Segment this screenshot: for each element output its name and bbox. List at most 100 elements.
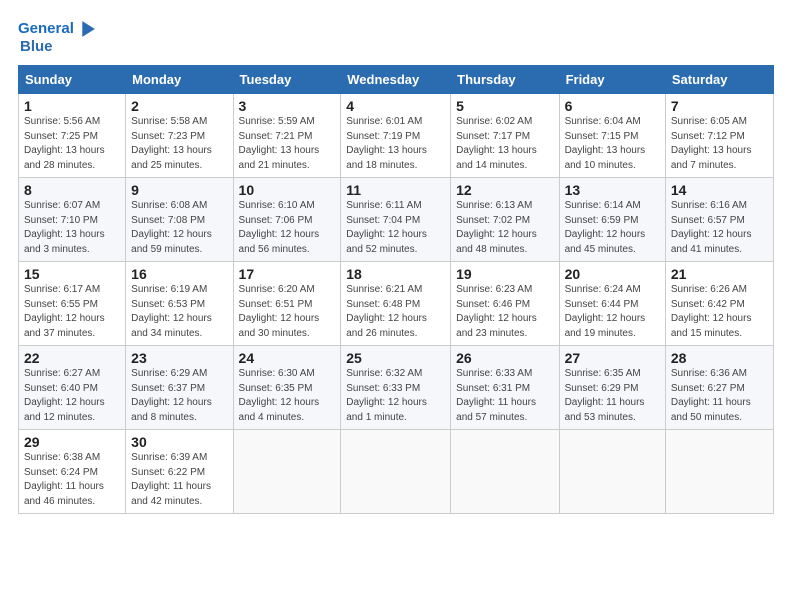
day-info: Sunrise: 6:10 AM Sunset: 7:06 PM Dayligh…	[239, 199, 336, 257]
calendar-cell: 21Sunrise: 6:26 AM Sunset: 6:42 PM Dayli…	[665, 262, 773, 346]
logo-text: General	[18, 20, 74, 37]
day-info: Sunrise: 6:04 AM Sunset: 7:15 PM Dayligh…	[565, 115, 660, 173]
day-info: Sunrise: 6:19 AM Sunset: 6:53 PM Dayligh…	[131, 283, 227, 341]
day-number: 7	[671, 98, 768, 114]
day-number: 13	[565, 182, 660, 198]
day-number: 8	[24, 182, 120, 198]
day-info: Sunrise: 6:16 AM Sunset: 6:57 PM Dayligh…	[671, 199, 768, 257]
day-number: 24	[239, 350, 336, 366]
day-number: 17	[239, 266, 336, 282]
day-info: Sunrise: 6:26 AM Sunset: 6:42 PM Dayligh…	[671, 283, 768, 341]
day-info: Sunrise: 6:02 AM Sunset: 7:17 PM Dayligh…	[456, 115, 553, 173]
day-info: Sunrise: 5:59 AM Sunset: 7:21 PM Dayligh…	[239, 115, 336, 173]
day-number: 19	[456, 266, 553, 282]
day-info: Sunrise: 6:20 AM Sunset: 6:51 PM Dayligh…	[239, 283, 336, 341]
day-number: 5	[456, 98, 553, 114]
calendar-cell: 26Sunrise: 6:33 AM Sunset: 6:31 PM Dayli…	[451, 346, 559, 430]
day-info: Sunrise: 6:23 AM Sunset: 6:46 PM Dayligh…	[456, 283, 553, 341]
weekday-header-sunday: Sunday	[19, 66, 126, 94]
calendar-cell	[233, 430, 341, 514]
day-info: Sunrise: 6:30 AM Sunset: 6:35 PM Dayligh…	[239, 367, 336, 425]
day-number: 9	[131, 182, 227, 198]
day-info: Sunrise: 6:21 AM Sunset: 6:48 PM Dayligh…	[346, 283, 445, 341]
day-number: 29	[24, 434, 120, 450]
day-number: 23	[131, 350, 227, 366]
calendar-cell: 18Sunrise: 6:21 AM Sunset: 6:48 PM Dayli…	[341, 262, 451, 346]
day-number: 15	[24, 266, 120, 282]
day-info: Sunrise: 6:17 AM Sunset: 6:55 PM Dayligh…	[24, 283, 120, 341]
calendar-cell: 28Sunrise: 6:36 AM Sunset: 6:27 PM Dayli…	[665, 346, 773, 430]
calendar-cell	[451, 430, 559, 514]
calendar-table: SundayMondayTuesdayWednesdayThursdayFrid…	[18, 65, 774, 514]
weekday-header-saturday: Saturday	[665, 66, 773, 94]
calendar-cell: 23Sunrise: 6:29 AM Sunset: 6:37 PM Dayli…	[126, 346, 233, 430]
day-info: Sunrise: 6:33 AM Sunset: 6:31 PM Dayligh…	[456, 367, 553, 425]
day-info: Sunrise: 6:13 AM Sunset: 7:02 PM Dayligh…	[456, 199, 553, 257]
calendar-cell: 20Sunrise: 6:24 AM Sunset: 6:44 PM Dayli…	[559, 262, 665, 346]
day-number: 10	[239, 182, 336, 198]
day-number: 12	[456, 182, 553, 198]
day-number: 30	[131, 434, 227, 450]
weekday-header-thursday: Thursday	[451, 66, 559, 94]
calendar-cell: 24Sunrise: 6:30 AM Sunset: 6:35 PM Dayli…	[233, 346, 341, 430]
day-number: 6	[565, 98, 660, 114]
header: General Blue	[18, 18, 774, 55]
day-number: 2	[131, 98, 227, 114]
calendar-cell: 14Sunrise: 6:16 AM Sunset: 6:57 PM Dayli…	[665, 178, 773, 262]
calendar-cell: 15Sunrise: 6:17 AM Sunset: 6:55 PM Dayli…	[19, 262, 126, 346]
calendar-cell	[665, 430, 773, 514]
day-info: Sunrise: 6:01 AM Sunset: 7:19 PM Dayligh…	[346, 115, 445, 173]
day-info: Sunrise: 6:05 AM Sunset: 7:12 PM Dayligh…	[671, 115, 768, 173]
day-info: Sunrise: 6:39 AM Sunset: 6:22 PM Dayligh…	[131, 451, 227, 509]
day-info: Sunrise: 6:36 AM Sunset: 6:27 PM Dayligh…	[671, 367, 768, 425]
calendar-cell: 5Sunrise: 6:02 AM Sunset: 7:17 PM Daylig…	[451, 94, 559, 178]
day-info: Sunrise: 5:56 AM Sunset: 7:25 PM Dayligh…	[24, 115, 120, 173]
day-info: Sunrise: 6:14 AM Sunset: 6:59 PM Dayligh…	[565, 199, 660, 257]
day-info: Sunrise: 6:38 AM Sunset: 6:24 PM Dayligh…	[24, 451, 120, 509]
day-number: 20	[565, 266, 660, 282]
calendar-cell: 4Sunrise: 6:01 AM Sunset: 7:19 PM Daylig…	[341, 94, 451, 178]
week-row-1: 1Sunrise: 5:56 AM Sunset: 7:25 PM Daylig…	[19, 94, 774, 178]
day-number: 14	[671, 182, 768, 198]
day-number: 21	[671, 266, 768, 282]
weekday-header-friday: Friday	[559, 66, 665, 94]
weekday-header-row: SundayMondayTuesdayWednesdayThursdayFrid…	[19, 66, 774, 94]
page: General Blue SundayMondayTuesdayWednesda…	[0, 0, 792, 612]
day-number: 4	[346, 98, 445, 114]
calendar-cell	[341, 430, 451, 514]
day-number: 27	[565, 350, 660, 366]
calendar-cell: 2Sunrise: 5:58 AM Sunset: 7:23 PM Daylig…	[126, 94, 233, 178]
calendar-cell: 22Sunrise: 6:27 AM Sunset: 6:40 PM Dayli…	[19, 346, 126, 430]
calendar-cell: 29Sunrise: 6:38 AM Sunset: 6:24 PM Dayli…	[19, 430, 126, 514]
day-info: Sunrise: 6:27 AM Sunset: 6:40 PM Dayligh…	[24, 367, 120, 425]
week-row-3: 15Sunrise: 6:17 AM Sunset: 6:55 PM Dayli…	[19, 262, 774, 346]
day-info: Sunrise: 5:58 AM Sunset: 7:23 PM Dayligh…	[131, 115, 227, 173]
calendar-cell: 7Sunrise: 6:05 AM Sunset: 7:12 PM Daylig…	[665, 94, 773, 178]
day-number: 1	[24, 98, 120, 114]
week-row-5: 29Sunrise: 6:38 AM Sunset: 6:24 PM Dayli…	[19, 430, 774, 514]
calendar-cell: 9Sunrise: 6:08 AM Sunset: 7:08 PM Daylig…	[126, 178, 233, 262]
day-number: 3	[239, 98, 336, 114]
calendar-cell: 10Sunrise: 6:10 AM Sunset: 7:06 PM Dayli…	[233, 178, 341, 262]
day-info: Sunrise: 6:24 AM Sunset: 6:44 PM Dayligh…	[565, 283, 660, 341]
day-number: 11	[346, 182, 445, 198]
logo: General Blue	[18, 18, 98, 55]
day-number: 22	[24, 350, 120, 366]
calendar-cell: 13Sunrise: 6:14 AM Sunset: 6:59 PM Dayli…	[559, 178, 665, 262]
calendar-cell: 17Sunrise: 6:20 AM Sunset: 6:51 PM Dayli…	[233, 262, 341, 346]
calendar-cell: 11Sunrise: 6:11 AM Sunset: 7:04 PM Dayli…	[341, 178, 451, 262]
calendar-cell: 3Sunrise: 5:59 AM Sunset: 7:21 PM Daylig…	[233, 94, 341, 178]
weekday-header-wednesday: Wednesday	[341, 66, 451, 94]
logo-icon	[76, 18, 98, 40]
calendar-cell: 1Sunrise: 5:56 AM Sunset: 7:25 PM Daylig…	[19, 94, 126, 178]
calendar-cell: 25Sunrise: 6:32 AM Sunset: 6:33 PM Dayli…	[341, 346, 451, 430]
day-info: Sunrise: 6:08 AM Sunset: 7:08 PM Dayligh…	[131, 199, 227, 257]
week-row-2: 8Sunrise: 6:07 AM Sunset: 7:10 PM Daylig…	[19, 178, 774, 262]
calendar-cell: 12Sunrise: 6:13 AM Sunset: 7:02 PM Dayli…	[451, 178, 559, 262]
logo-blue: Blue	[20, 38, 53, 55]
calendar-cell: 19Sunrise: 6:23 AM Sunset: 6:46 PM Dayli…	[451, 262, 559, 346]
day-info: Sunrise: 6:35 AM Sunset: 6:29 PM Dayligh…	[565, 367, 660, 425]
calendar-cell: 27Sunrise: 6:35 AM Sunset: 6:29 PM Dayli…	[559, 346, 665, 430]
day-number: 25	[346, 350, 445, 366]
calendar-cell: 30Sunrise: 6:39 AM Sunset: 6:22 PM Dayli…	[126, 430, 233, 514]
